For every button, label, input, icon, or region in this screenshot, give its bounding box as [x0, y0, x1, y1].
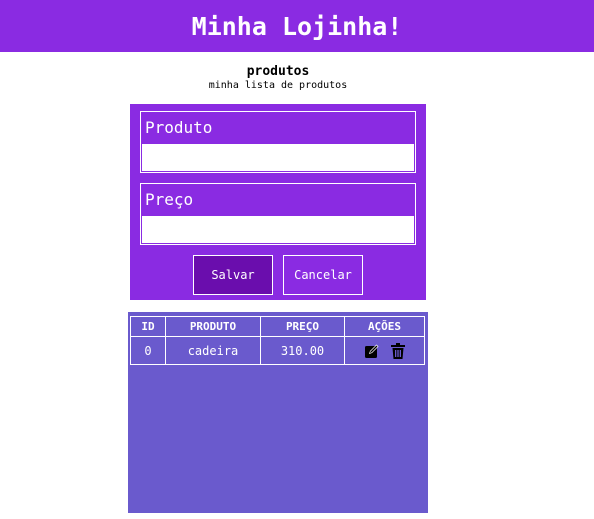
page-title: produtos	[246, 64, 310, 79]
cell-id: 0	[130, 336, 166, 365]
save-button[interactable]: Salvar	[193, 255, 273, 295]
column-header-produto: PRODUTO	[165, 316, 261, 337]
cancel-button[interactable]: Cancelar	[283, 255, 363, 295]
page-subtitle: minha lista de produtos	[208, 80, 348, 91]
app-title: Minha Lojinha!	[191, 11, 403, 41]
table-row: 0 cadeira 310.00	[130, 336, 425, 365]
produto-label: Produto	[145, 118, 213, 137]
product-form: Produto Preço Salvar Cancelar	[130, 104, 426, 300]
preco-field: Preço	[140, 183, 416, 245]
produto-field: Produto	[140, 111, 416, 173]
column-header-id: ID	[130, 316, 166, 337]
app-header: Minha Lojinha!	[0, 0, 594, 52]
trash-icon[interactable]	[391, 342, 406, 359]
cell-produto: cadeira	[165, 336, 261, 365]
edit-icon[interactable]	[364, 343, 380, 359]
products-table-panel: ID PRODUTO PREÇO AÇÕES 0 cadeira 310.00	[128, 312, 428, 513]
column-header-preco: PREÇO	[260, 316, 345, 337]
products-table: ID PRODUTO PREÇO AÇÕES 0 cadeira 310.00	[130, 316, 425, 365]
column-header-acoes: AÇÕES	[344, 316, 425, 337]
produto-input[interactable]	[141, 143, 415, 172]
table-header-row: ID PRODUTO PREÇO AÇÕES	[130, 316, 425, 337]
cell-acoes	[344, 336, 425, 365]
preco-label: Preço	[145, 190, 194, 209]
cell-preco: 310.00	[260, 336, 345, 365]
preco-input[interactable]	[141, 215, 415, 244]
